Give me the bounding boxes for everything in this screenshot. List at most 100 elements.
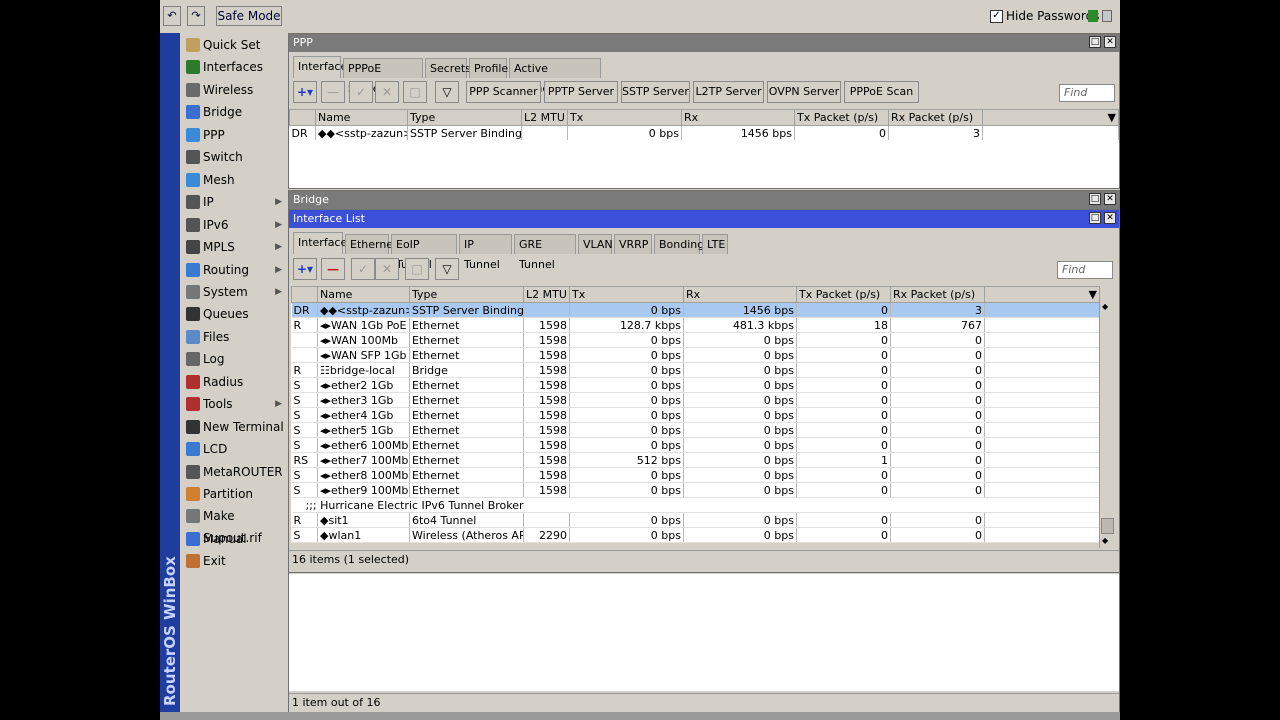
disable-button[interactable]: ✕ xyxy=(375,258,399,280)
menu-item-ip[interactable]: IP ▶ xyxy=(180,191,288,213)
menu-item-interfaces[interactable]: Interfaces xyxy=(180,56,288,78)
table-row[interactable]: S ◂▸ether4 1Gb Ethernet 1598 0 bps 0 bps 0 0 xyxy=(291,407,1100,423)
menu-item-tools[interactable]: Tools ▶ xyxy=(180,393,288,415)
menu-item-new-terminal[interactable]: New Terminal xyxy=(180,416,288,438)
tab-interface[interactable]: Interface xyxy=(293,232,347,254)
menu-item-quick-set[interactable]: Quick Set xyxy=(180,34,288,56)
find-input[interactable]: Find xyxy=(1059,84,1115,102)
sstp-server-button[interactable]: SSTP Server xyxy=(621,81,690,103)
column-header[interactable]: L2 MTU xyxy=(523,286,570,303)
enable-button[interactable]: ✓ xyxy=(351,258,375,280)
column-header[interactable]: Tx Packet (p/s) xyxy=(796,286,891,303)
maximize-icon[interactable]: □ xyxy=(1089,36,1101,48)
close-icon[interactable]: ✕ xyxy=(1104,36,1116,48)
table-row[interactable]: R ◂▸WAN 1Gb PoE Ethernet 1598 128.7 kbps 481.… xyxy=(291,317,1100,333)
table-row[interactable]: S ◂▸ether8 100Mb Ethernet 1598 0 bps 0 bps 0 0 xyxy=(291,467,1100,483)
column-header[interactable] xyxy=(289,109,316,126)
menu-item-lcd[interactable]: LCD xyxy=(180,438,288,460)
menu-item-log[interactable]: Log xyxy=(180,348,288,370)
disable-button[interactable]: ✕ xyxy=(375,81,399,103)
column-header[interactable]: Type xyxy=(409,286,524,303)
column-menu-icon[interactable]: ▼ xyxy=(984,286,1100,303)
menu-item-manual[interactable]: Manual xyxy=(180,528,288,550)
menu-item-queues[interactable]: Queues xyxy=(180,303,288,325)
scroll-thumb[interactable] xyxy=(1101,518,1114,534)
column-header[interactable]: Type xyxy=(407,109,522,126)
undo-button[interactable]: ↶ xyxy=(163,6,181,26)
menu-item-radius[interactable]: Radius xyxy=(180,371,288,393)
column-header[interactable]: Rx Packet (p/s) xyxy=(890,286,985,303)
menu-item-mesh[interactable]: Mesh xyxy=(180,169,288,191)
add-button[interactable]: +▾ xyxy=(293,81,317,103)
table-row[interactable]: S ◂▸ether9 100Mb Ethernet 1598 0 bps 0 bps 0 0 xyxy=(291,482,1100,498)
scroll-down-icon[interactable]: ◆ xyxy=(1102,536,1108,545)
tab-lte[interactable]: LTE xyxy=(702,234,728,254)
table-row[interactable]: DR ◆◆<sstp-zazun> SSTP Server Binding 0 bps… xyxy=(289,125,1119,141)
comment-button[interactable]: □ xyxy=(403,81,427,103)
menu-item-routing[interactable]: Routing ▶ xyxy=(180,259,288,281)
tab-interface[interactable]: Interface xyxy=(293,56,347,78)
column-header[interactable]: Rx xyxy=(683,286,797,303)
table-row[interactable]: DR ◆◆<sstp-zazun> SSTP Server Binding 0 bps… xyxy=(291,302,1100,318)
menu-item-ppp[interactable]: PPP xyxy=(180,124,288,146)
table-row[interactable]: S ◂▸ether6 100Mb Ethernet 1598 0 bps 0 bps 0 0 xyxy=(291,437,1100,453)
l2tp-server-button[interactable]: L2TP Server xyxy=(693,81,764,103)
menu-item-switch[interactable]: Switch xyxy=(180,146,288,168)
maximize-icon[interactable]: □ xyxy=(1089,212,1101,224)
table-row[interactable]: S ◂▸ether2 1Gb Ethernet 1598 0 bps 0 bps 0 0 xyxy=(291,377,1100,393)
tab-pppoe-servers[interactable]: PPPoE Servers xyxy=(343,58,423,95)
redo-button[interactable]: ↷ xyxy=(187,6,205,26)
hide-passwords-checkbox[interactable]: ✓ xyxy=(990,10,1003,23)
table-row[interactable]: S ◂▸ether3 1Gb Ethernet 1598 0 bps 0 bps 0 0 xyxy=(291,392,1100,408)
menu-item-ipv6[interactable]: IPv6 ▶ xyxy=(180,214,288,236)
filter-button[interactable]: ▽ xyxy=(435,81,459,103)
tab-gre-tunnel[interactable]: GRE Tunnel xyxy=(514,234,576,271)
column-header[interactable]: Tx Packet (p/s) xyxy=(794,109,889,126)
enable-button[interactable]: ✓ xyxy=(349,81,373,103)
ppp-scanner-button[interactable]: PPP Scanner xyxy=(466,81,541,103)
column-menu-icon[interactable]: ▼ xyxy=(982,109,1119,126)
comment-button[interactable]: □ xyxy=(405,258,429,280)
tab-ip-tunnel[interactable]: IP Tunnel xyxy=(459,234,512,271)
tab-secrets[interactable]: Secrets xyxy=(425,58,471,78)
close-icon[interactable]: ✕ xyxy=(1104,212,1116,224)
column-header[interactable]: Rx Packet (p/s) xyxy=(888,109,983,126)
add-button[interactable]: +▾ xyxy=(293,258,317,280)
column-header[interactable]: Tx xyxy=(567,109,682,126)
column-header[interactable]: Name xyxy=(315,109,408,126)
ovpn-server-button[interactable]: OVPN Server xyxy=(767,81,841,103)
remove-button[interactable]: — xyxy=(321,81,345,103)
menu-item-make-supout-rif[interactable]: Make Supout.rif xyxy=(180,505,288,545)
table-row[interactable]: R ◆sit1 6to4 Tunnel 0 bps 0 bps 0 0 xyxy=(291,512,1100,528)
table-row[interactable]: R ☷bridge-local Bridge 1598 0 bps 0 bps 0 0 xyxy=(291,362,1100,378)
remove-button[interactable]: — xyxy=(321,258,345,280)
tab-bonding[interactable]: Bonding xyxy=(654,234,704,254)
tab-profiles[interactable]: Profiles xyxy=(469,58,514,78)
maximize-icon[interactable]: □ xyxy=(1089,193,1101,205)
find-input[interactable]: Find xyxy=(1057,261,1113,279)
table-row[interactable]: ◂▸WAN 100Mb Ethernet 1598 0 bps 0 bps 0 0 xyxy=(291,332,1100,348)
column-header[interactable]: Rx xyxy=(681,109,795,126)
menu-item-metarouter[interactable]: MetaROUTER xyxy=(180,461,288,483)
column-header[interactable]: Name xyxy=(317,286,410,303)
vertical-scrollbar[interactable]: ◆ ◆ xyxy=(1099,286,1114,548)
safe-mode-button[interactable]: Safe Mode xyxy=(216,6,282,26)
menu-item-mpls[interactable]: MPLS ▶ xyxy=(180,236,288,258)
filter-button[interactable]: ▽ xyxy=(435,258,459,280)
menu-item-files[interactable]: Files xyxy=(180,326,288,348)
pppoe-scan-button[interactable]: PPPoE Scan xyxy=(844,81,919,103)
menu-item-bridge[interactable]: Bridge xyxy=(180,101,288,123)
scroll-up-icon[interactable]: ◆ xyxy=(1102,302,1108,311)
tab-active-connections[interactable]: Active Connections xyxy=(509,58,601,95)
table-row[interactable]: S ◂▸ether5 1Gb Ethernet 1598 0 bps 0 bps 0 0 xyxy=(291,422,1100,438)
pptp-server-button[interactable]: PPTP Server xyxy=(544,81,618,103)
table-row[interactable]: ◂▸WAN SFP 1Gb Ethernet 1598 0 bps 0 bps 0 0 xyxy=(291,347,1100,363)
close-icon[interactable]: ✕ xyxy=(1104,193,1116,205)
tab-vrrp[interactable]: VRRP xyxy=(614,234,652,254)
tab-eoip-tunnel[interactable]: EoIP Tunnel xyxy=(391,234,457,271)
table-row[interactable]: S◆wlan1Wireless (Atheros AR9...22900 bps… xyxy=(291,527,1100,543)
menu-item-partition[interactable]: Partition xyxy=(180,483,288,505)
column-header[interactable]: L2 MTU xyxy=(521,109,568,126)
menu-item-exit[interactable]: Exit xyxy=(180,550,288,572)
menu-item-system[interactable]: System ▶ xyxy=(180,281,288,303)
